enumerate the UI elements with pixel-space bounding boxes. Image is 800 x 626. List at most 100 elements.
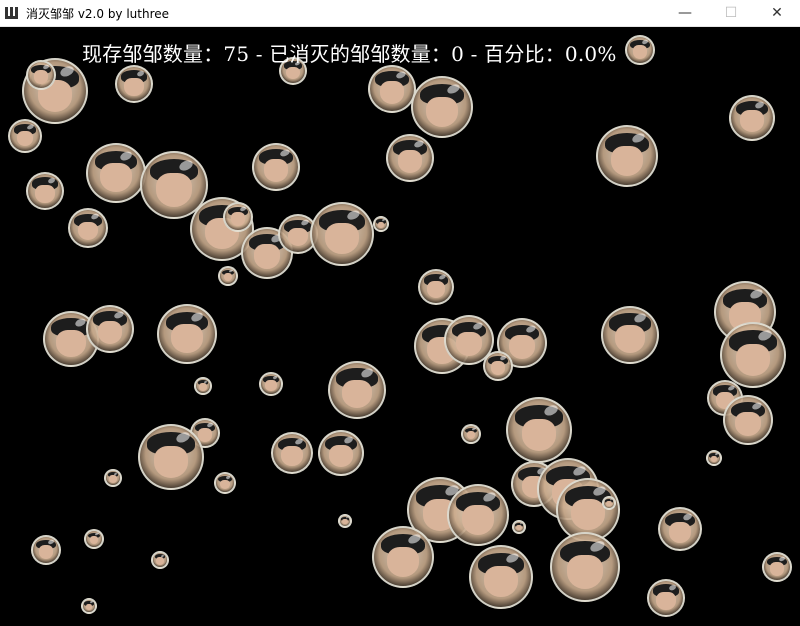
bubble-face	[656, 591, 676, 610]
bubble-face	[386, 546, 420, 577]
bubble-face	[740, 110, 764, 133]
bubble-face	[379, 81, 405, 104]
face-bubble-icon[interactable]	[483, 351, 513, 381]
face-bubble-icon[interactable]	[271, 432, 313, 474]
face-bubble-icon[interactable]	[601, 306, 659, 364]
bubble-face	[197, 428, 213, 442]
bubble-face	[397, 150, 423, 173]
face-bubble-icon[interactable]	[252, 143, 300, 191]
bubble-face	[521, 418, 557, 452]
face-bubble-icon[interactable]	[625, 35, 655, 65]
face-bubble-icon[interactable]	[115, 65, 153, 103]
bubble-face	[509, 334, 535, 359]
face-bubble-icon[interactable]	[310, 202, 374, 266]
face-bubble-icon[interactable]	[658, 507, 702, 551]
bubble-face	[156, 173, 192, 207]
face-bubble-icon[interactable]	[762, 552, 792, 582]
window-title: 消灭邹邹 v2.0 by luthree	[26, 7, 170, 21]
face-bubble-icon[interactable]	[418, 269, 454, 305]
face-bubble-icon[interactable]	[223, 202, 253, 232]
face-bubble-icon[interactable]	[26, 60, 56, 90]
face-bubble-icon[interactable]	[647, 579, 685, 617]
face-bubble-icon[interactable]	[386, 134, 434, 182]
face-bubble-icon[interactable]	[328, 361, 386, 419]
bubble-face	[38, 545, 54, 559]
bubble-face	[109, 475, 117, 483]
minimize-button[interactable]: —	[662, 0, 708, 26]
face-bubble-icon[interactable]	[550, 532, 620, 602]
bubble-face	[33, 70, 49, 84]
bubble-face	[377, 221, 385, 229]
face-bubble-icon[interactable]	[372, 526, 434, 588]
face-bubble-icon[interactable]	[86, 305, 134, 353]
face-bubble-icon[interactable]	[318, 430, 364, 476]
bubble-face	[230, 212, 246, 226]
bubble-face	[85, 603, 93, 611]
maximize-button[interactable]: ☐	[708, 0, 754, 26]
bubble-face	[286, 66, 300, 80]
bubble-face	[632, 45, 648, 59]
face-bubble-icon[interactable]	[218, 266, 238, 286]
face-bubble-icon[interactable]	[31, 535, 61, 565]
bubble-face	[77, 221, 99, 241]
face-bubble-icon[interactable]	[84, 529, 104, 549]
face-bubble-icon[interactable]	[596, 125, 658, 187]
bubble-face	[16, 130, 34, 147]
face-bubble-icon[interactable]	[214, 472, 236, 494]
bubble-face	[466, 431, 476, 440]
bubble-face	[342, 519, 348, 525]
face-bubble-icon[interactable]	[8, 119, 42, 153]
bubble-face	[490, 361, 506, 375]
face-bubble-icon[interactable]	[26, 172, 64, 210]
bubble-face	[124, 77, 144, 96]
face-bubble-icon[interactable]	[86, 143, 146, 203]
face-bubble-icon[interactable]	[512, 520, 526, 534]
bubble-face	[735, 411, 761, 436]
face-bubble-icon[interactable]	[68, 208, 108, 248]
bubble-face	[610, 145, 644, 176]
face-bubble-icon[interactable]	[729, 95, 775, 141]
face-bubble-icon[interactable]	[373, 216, 389, 232]
game-canvas[interactable]: 现存邹邹数量：75 - 已消灭的邹邹数量：0 - 百分比：0.0%	[0, 27, 800, 626]
bubble-face	[263, 159, 289, 182]
bubble-face	[89, 536, 99, 545]
bubble-face	[171, 323, 203, 354]
face-bubble-icon[interactable]	[469, 545, 533, 609]
title-bar[interactable]: 消灭邹邹 v2.0 by luthree — ☐ ✕	[0, 0, 800, 27]
bubble-face	[253, 244, 281, 270]
face-bubble-icon[interactable]	[151, 551, 169, 569]
close-button[interactable]: ✕	[754, 0, 800, 26]
face-bubble-icon[interactable]	[138, 424, 204, 490]
bubble-face	[566, 555, 604, 590]
face-bubble-icon[interactable]	[447, 484, 509, 546]
bubble-face	[219, 479, 231, 490]
bubble-face	[735, 343, 771, 377]
bubble-face	[341, 380, 373, 409]
bubble-face	[668, 521, 692, 543]
bubble-face	[325, 223, 359, 255]
bubble-face	[35, 184, 55, 203]
face-bubble-icon[interactable]	[338, 514, 352, 528]
bubble-face	[153, 445, 189, 479]
face-bubble-icon[interactable]	[411, 76, 473, 138]
face-bubble-icon[interactable]	[723, 395, 773, 445]
app-logo-icon	[5, 7, 18, 19]
face-bubble-icon[interactable]	[81, 598, 97, 614]
face-bubble-icon[interactable]	[157, 304, 217, 364]
bubble-face	[516, 525, 522, 531]
face-bubble-icon[interactable]	[194, 377, 212, 395]
maximize-icon: ☐	[724, 5, 738, 21]
bubble-face	[606, 501, 612, 507]
face-bubble-icon[interactable]	[506, 397, 572, 463]
bubble-face	[281, 446, 303, 466]
face-bubble-icon[interactable]	[368, 65, 416, 113]
bubble-face	[614, 325, 646, 354]
face-bubble-icon[interactable]	[461, 424, 481, 444]
bubble-face	[461, 504, 495, 535]
face-bubble-icon[interactable]	[720, 322, 786, 388]
face-bubble-icon[interactable]	[104, 469, 122, 487]
bubble-face	[100, 162, 132, 193]
face-bubble-icon[interactable]	[259, 372, 283, 396]
face-bubble-icon[interactable]	[602, 496, 616, 510]
face-bubble-icon[interactable]	[706, 450, 722, 466]
